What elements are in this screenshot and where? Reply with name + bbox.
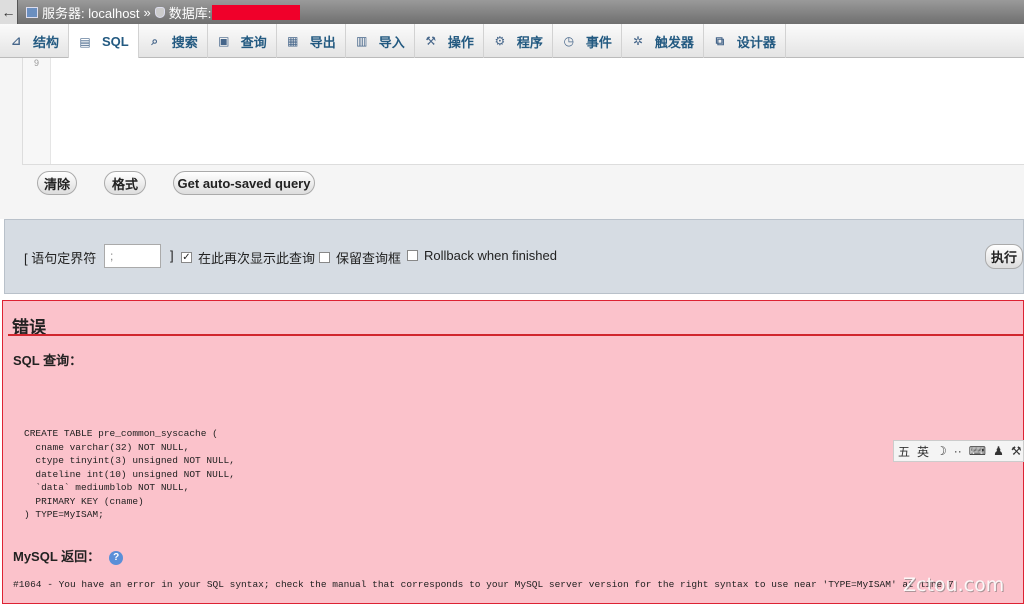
tab-bar: ⊿ 结构 ▤ SQL ⌕ 搜索 ▣ 查询 ▦ 导出 ▥ 导入 ⚒ 操作 ⚙ 程序 ◷ 事件 ✲ 触发…	[0, 24, 1024, 59]
mysql-error-message: #1064 - You have an error in your SQL sy…	[13, 579, 954, 590]
tab-label: 搜索	[171, 34, 198, 50]
tab-label: 结构	[33, 34, 60, 50]
retain-box-option[interactable]: 保留查询框	[319, 248, 401, 267]
tab-label: 导入	[378, 34, 405, 50]
editor-button-row	[0, 164, 1024, 219]
wrench-icon[interactable]: ⚒	[1011, 444, 1022, 458]
tab-events[interactable]: ◷ 事件	[553, 24, 622, 58]
export-icon: ▦	[287, 34, 299, 48]
watermark: Zctou.com	[903, 574, 1005, 596]
wrench-icon: ⚒	[425, 34, 437, 48]
line-number: 9	[33, 58, 39, 68]
routines-icon: ⚙	[494, 34, 506, 48]
tab-label: 事件	[585, 34, 612, 50]
line-number-gutter: 9	[23, 58, 51, 164]
tab-label: SQL	[102, 34, 129, 49]
keyboard-icon[interactable]: ⌨	[969, 444, 986, 458]
server-icon	[26, 6, 38, 18]
sql-icon: ▤	[79, 34, 91, 49]
breadcrumb-server-link[interactable]: 服务器: localhost	[42, 3, 140, 22]
tab-search[interactable]: ⌕ 搜索	[139, 24, 208, 58]
clear-button[interactable]: 清除	[37, 171, 77, 195]
moon-icon[interactable]: ☽	[936, 444, 947, 458]
tab-triggers[interactable]: ✲ 触发器	[622, 24, 704, 58]
breadcrumb-database-link[interactable]: 数据库:	[169, 3, 212, 22]
go-button[interactable]: 执行	[985, 244, 1023, 269]
breadcrumb-bar: ← 服务器: localhost » 数据库:	[0, 0, 1024, 24]
delimiter-label: [ 语句定界符	[24, 251, 97, 266]
editor-bottom-border	[22, 164, 1024, 165]
tab-routines[interactable]: ⚙ 程序	[484, 24, 553, 58]
ime-language-toggle[interactable]: 英	[917, 443, 929, 460]
tab-label: 查询	[240, 34, 267, 50]
rollback-checkbox[interactable]	[407, 250, 418, 261]
sql-query-label: SQL 查询：	[13, 353, 83, 368]
query-icon: ▣	[218, 34, 230, 48]
tab-query[interactable]: ▣ 查询	[208, 24, 277, 58]
retain-box-label: 保留查询框	[336, 251, 402, 266]
tab-label: 程序	[516, 34, 543, 50]
database-icon	[154, 6, 165, 18]
designer-icon: ⧉	[715, 34, 725, 48]
error-title-underline	[8, 334, 1024, 336]
clock-icon: ◷	[563, 34, 575, 48]
breadcrumb-separator: »	[143, 4, 151, 20]
mysql-returned-label: MySQL 返回：	[13, 549, 101, 564]
tab-label: 设计器	[736, 34, 776, 50]
retain-box-checkbox[interactable]	[319, 252, 330, 263]
import-icon: ▥	[356, 34, 368, 48]
tab-operations[interactable]: ⚒ 操作	[415, 24, 484, 58]
format-button[interactable]: 格式	[104, 171, 146, 195]
rollback-option[interactable]: Rollback when finished	[407, 248, 557, 263]
search-icon: ⌕	[151, 34, 159, 48]
tab-label: 操作	[447, 34, 474, 50]
tab-structure[interactable]: ⊿ 结构	[0, 24, 70, 58]
structure-icon: ⊿	[10, 34, 22, 48]
delimiter-bracket: ]	[170, 248, 174, 263]
show-again-label: 在此再次显示此查询	[198, 251, 316, 266]
back-arrow-icon[interactable]: ←	[0, 0, 18, 24]
tab-export[interactable]: ▦ 导出	[277, 24, 346, 58]
ime-toolbar[interactable]: 五 英 ☽ ·· ⌨ ♟ ⚒	[893, 440, 1024, 462]
dots-icon[interactable]: ··	[954, 444, 962, 458]
delimiter-input[interactable]: ;	[104, 244, 161, 268]
tab-import[interactable]: ▥ 导入	[346, 24, 415, 58]
get-autosaved-query-button[interactable]: Get auto-saved query	[173, 171, 315, 195]
show-again-option[interactable]: ✓ 在此再次显示此查询	[181, 248, 315, 267]
tab-sql[interactable]: ▤ SQL	[69, 24, 139, 59]
breadcrumb: 服务器: localhost » 数据库:	[26, 3, 301, 22]
tab-label: 导出	[309, 34, 336, 50]
ime-logo-icon[interactable]: 五	[898, 443, 910, 460]
tab-label: 触发器	[654, 34, 694, 50]
help-icon[interactable]: ?	[109, 550, 124, 565]
tab-designer[interactable]: ⧉ 设计器	[704, 24, 786, 58]
mysql-returned-heading: MySQL 返回： ?	[13, 546, 124, 565]
sql-editor[interactable]: 9	[22, 58, 1024, 164]
sql-query-code: CREATE TABLE pre_common_syscache ( cname…	[24, 428, 235, 520]
show-again-checkbox[interactable]: ✓	[181, 252, 192, 263]
redacted-database-name	[212, 4, 301, 20]
triggers-icon: ✲	[632, 34, 643, 48]
user-icon[interactable]: ♟	[993, 444, 1004, 458]
rollback-label: Rollback when finished	[424, 248, 557, 263]
